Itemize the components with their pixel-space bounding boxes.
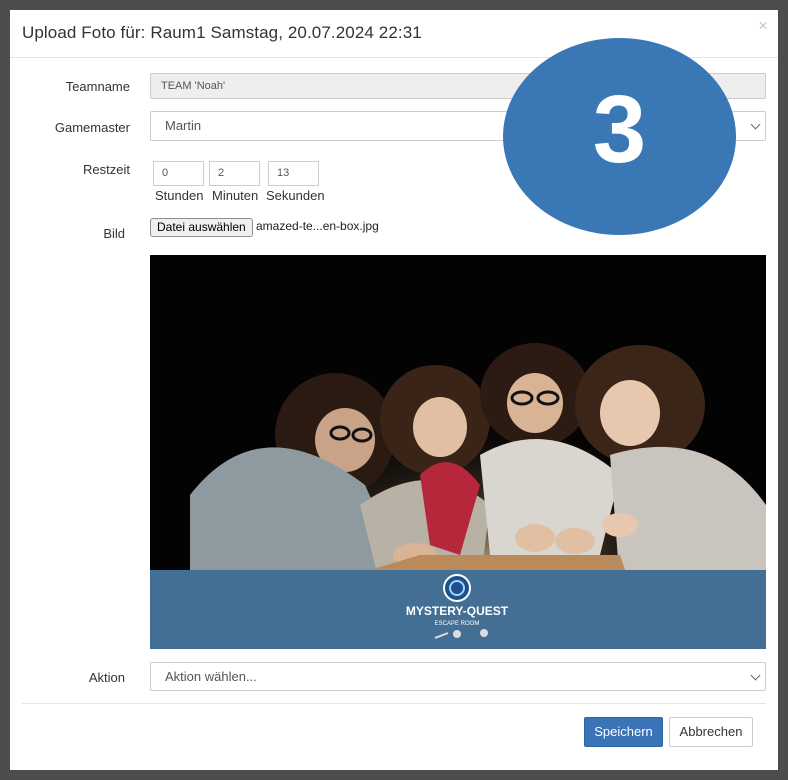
mystery-quest-logo: MYSTERY-QUEST ESCAPE ROOM bbox=[406, 574, 509, 639]
seconds-input[interactable]: 13 bbox=[268, 161, 319, 186]
minutes-caption: Minuten bbox=[212, 188, 259, 203]
save-button[interactable]: Speichern bbox=[584, 717, 663, 747]
hours-input[interactable]: 0 bbox=[153, 161, 204, 186]
close-icon[interactable]: × bbox=[758, 17, 768, 34]
aktion-label: Aktion bbox=[88, 670, 125, 685]
teamname-label: Teamname bbox=[65, 79, 130, 94]
photo-preview: MYSTERY-QUEST ESCAPE ROOM bbox=[150, 255, 766, 649]
minutes-input[interactable]: 2 bbox=[209, 161, 260, 186]
cancel-button[interactable]: Abbrechen bbox=[669, 717, 753, 747]
modal-title: Upload Foto für: Raum1 Samstag, 20.07.20… bbox=[22, 23, 422, 42]
logo-title: MYSTERY-QUEST bbox=[406, 604, 509, 618]
restzeit-label: Restzeit bbox=[83, 162, 130, 177]
logo-subtitle: ESCAPE ROOM bbox=[435, 621, 480, 627]
chevron-down-icon bbox=[750, 119, 761, 130]
hours-caption: Stunden bbox=[155, 188, 204, 203]
upload-photo-modal: Upload Foto für: Raum1 Samstag, 20.07.20… bbox=[10, 10, 778, 770]
selected-file-name: amazed-te...en-box.jpg bbox=[256, 219, 379, 233]
chevron-down-icon bbox=[750, 670, 761, 681]
seconds-caption: Sekunden bbox=[266, 188, 325, 203]
photo-logo-strip: MYSTERY-QUEST ESCAPE ROOM bbox=[150, 570, 766, 649]
step-number: 3 bbox=[592, 76, 647, 183]
aktion-select[interactable]: Aktion wählen... bbox=[150, 662, 766, 691]
choose-file-button[interactable]: Datei auswählen bbox=[150, 218, 253, 237]
footer-divider bbox=[22, 703, 766, 704]
gamemaster-label: Gamemaster bbox=[54, 120, 130, 135]
bild-label: Bild bbox=[103, 226, 125, 241]
step-number-badge: 3 bbox=[503, 38, 736, 235]
